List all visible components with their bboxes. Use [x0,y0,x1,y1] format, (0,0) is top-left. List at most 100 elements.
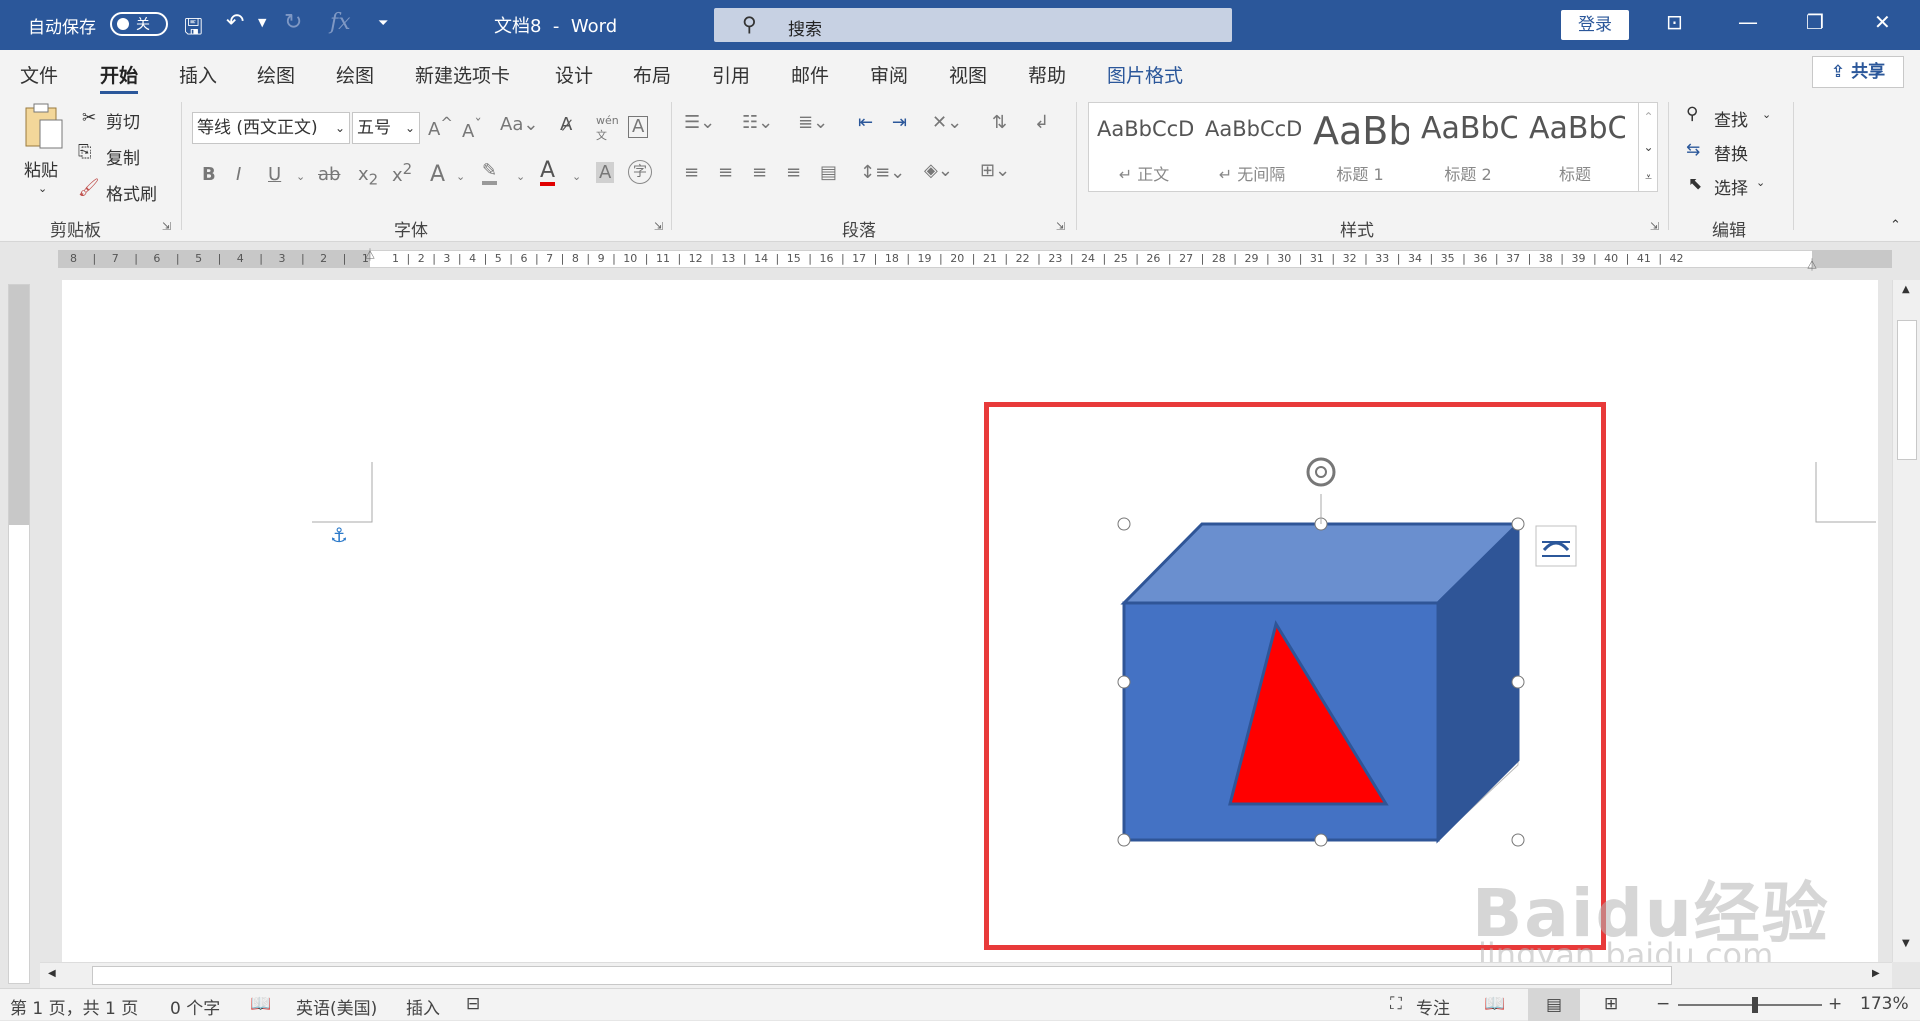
tab-review[interactable]: 审阅 [870,61,908,88]
styles-launcher-icon[interactable]: ⇲ [1650,220,1659,233]
phonetic-guide-icon[interactable]: wén 文 [596,114,619,143]
copy-button[interactable]: 复制 [106,144,140,169]
tab-new[interactable]: 新建选项卡 [415,61,510,88]
tab-mailings[interactable]: 邮件 [791,61,829,88]
scroll-right-icon[interactable]: ▶ [1872,968,1880,979]
style-tile[interactable]: AaBb 标题 1 [1309,107,1411,189]
paragraph-launcher-icon[interactable]: ⇲ [1056,220,1065,233]
anchor-icon[interactable]: ⚓ [330,523,348,547]
restore-icon[interactable]: ❐ [1806,10,1824,34]
subscript-icon[interactable]: x2 [358,164,378,189]
character-border-icon[interactable]: A [628,116,649,138]
clear-formatting-icon[interactable]: A̷ [560,114,572,135]
tab-references[interactable]: 引用 [712,61,750,88]
font-launcher-icon[interactable]: ⇲ [654,220,663,233]
share-button[interactable]: ⇪ 共享 [1812,56,1904,88]
multilevel-list-icon[interactable]: ≣⌄ [798,112,828,133]
ribbon-display-icon[interactable]: ⊡ [1666,10,1683,34]
strikethrough-icon[interactable]: ab [318,164,340,185]
style-tile[interactable]: AaBbCcDc ↵ 无间隔 [1201,107,1303,189]
horizontal-scrollbar[interactable]: ◀ ▶ [40,962,1892,988]
save-icon[interactable]: 🖫 [184,10,203,48]
find-dropdown-icon[interactable]: ⌄ [1762,108,1771,121]
minimize-icon[interactable]: — [1738,10,1758,34]
style-tile[interactable]: AaBbCcDc ↵ 正文 [1093,107,1195,189]
font-color-icon[interactable]: A [540,160,556,186]
format-painter-button[interactable]: 格式刷 [106,180,157,205]
borders-icon[interactable]: ⊞⌄ [980,160,1010,181]
focus-mode[interactable]: 专注 [1416,994,1450,1019]
insert-mode[interactable]: 插入 [406,994,440,1019]
paste-button[interactable]: 粘贴 [24,156,58,181]
tab-view[interactable]: 视图 [949,61,987,88]
bold-icon[interactable]: B [202,164,216,185]
align-left-icon[interactable]: ≡ [684,162,699,183]
line-spacing-icon[interactable]: ↕≡⌄ [860,162,905,183]
replace-button[interactable]: 替换 [1714,140,1748,165]
find-button[interactable]: 查找 [1714,106,1748,131]
macro-icon[interactable]: ⊟ [466,994,480,1014]
collapse-ribbon-icon[interactable]: ⌃ [1890,218,1901,233]
horizontal-ruler[interactable]: 8 | 7 | 6 | 5 | 4 | 3 | 2 | 1 1 | 2 | 3 … [0,242,1920,276]
tab-home[interactable]: 开始 [100,61,139,94]
show-marks-icon[interactable]: ↲ [1034,112,1049,133]
zoom-level[interactable]: 173% [1860,994,1909,1014]
vertical-ruler[interactable] [8,284,30,984]
search-box[interactable]: ⚲ 搜索 [714,8,1232,42]
tab-design[interactable]: 设计 [555,61,593,88]
align-right-icon[interactable]: ≡ [752,162,767,183]
zoom-in-icon[interactable]: + [1828,994,1842,1014]
clipboard-launcher-icon[interactable]: ⇲ [162,220,171,233]
language[interactable]: 英语(美国) [296,994,377,1019]
style-tile[interactable]: AaBbC 标题 2 [1417,107,1519,189]
scroll-thumb[interactable] [1897,320,1917,460]
enclose-characters-icon[interactable]: 字 [628,160,652,184]
style-tile[interactable]: AaBbC 标题 [1525,107,1625,189]
font-family-select[interactable]: 等线 (西文正文) ⌄ [192,112,350,144]
decrease-indent-icon[interactable]: ⇤ [858,112,873,133]
function-icon[interactable]: fx [330,10,351,35]
login-button[interactable]: 登录 [1561,10,1629,40]
scroll-down-icon[interactable]: ▼ [1902,938,1910,949]
scroll-up-icon[interactable]: ▲ [1902,284,1910,295]
align-center-icon[interactable]: ≡ [718,162,733,183]
close-icon[interactable]: ✕ [1874,10,1891,34]
character-shading-icon[interactable]: A [596,162,615,183]
paste-dropdown-icon[interactable]: ⌄ [38,182,47,195]
justify-icon[interactable]: ≡ [786,162,801,183]
page-count[interactable]: 第 1 页，共 1 页 [10,994,138,1019]
underline-icon[interactable]: U [268,164,281,185]
zoom-out-icon[interactable]: − [1656,994,1670,1014]
gallery-up-icon[interactable]: ⌃ [1638,102,1658,132]
tab-picture-format[interactable]: 图片格式 [1107,61,1183,88]
indent-marker-icon[interactable]: ⏃ [364,246,376,263]
read-mode-icon[interactable]: 📖 [1484,994,1505,1014]
zoom-slider-thumb[interactable] [1752,997,1758,1013]
tab-draw-2[interactable]: 绘图 [336,61,374,88]
scroll-thumb[interactable] [92,966,1672,985]
change-case-icon[interactable]: Aa⌄ [500,114,538,135]
underline-dropdown-icon[interactable]: ⌄ [296,170,305,183]
highlight-icon[interactable]: ✎ [482,160,498,185]
increase-indent-icon[interactable]: ⇥ [892,112,907,133]
bullets-icon[interactable]: ☰⌄ [684,112,715,133]
customize-toolbar-icon[interactable]: ⏷ [378,16,388,31]
vertical-scrollbar[interactable]: ▲ ▼ [1892,280,1920,962]
select-button[interactable]: 选择 [1714,174,1748,199]
gallery-down-icon[interactable]: ⌄ [1638,132,1658,162]
right-indent-marker-icon[interactable]: ⏃ [1806,256,1818,273]
shrink-font-icon[interactable]: Aˇ [462,116,482,142]
italic-icon[interactable]: I [236,164,241,185]
clipboard-icon[interactable] [22,102,66,152]
sort-icon[interactable]: ⇅ [992,112,1007,133]
tab-help[interactable]: 帮助 [1028,61,1066,88]
cut-button[interactable]: 剪切 [106,108,140,133]
undo-dropdown-icon[interactable]: ▼ [258,16,266,29]
font-color-dropdown-icon[interactable]: ⌄ [572,170,581,183]
asian-layout-icon[interactable]: ✕⌄ [932,112,962,133]
text-effects-dropdown-icon[interactable]: ⌄ [456,170,465,183]
select-dropdown-icon[interactable]: ⌄ [1756,176,1765,189]
tab-file[interactable]: 文件 [20,61,58,88]
grow-font-icon[interactable]: A^ [428,114,453,140]
distributed-icon[interactable]: ▤ [820,162,837,183]
